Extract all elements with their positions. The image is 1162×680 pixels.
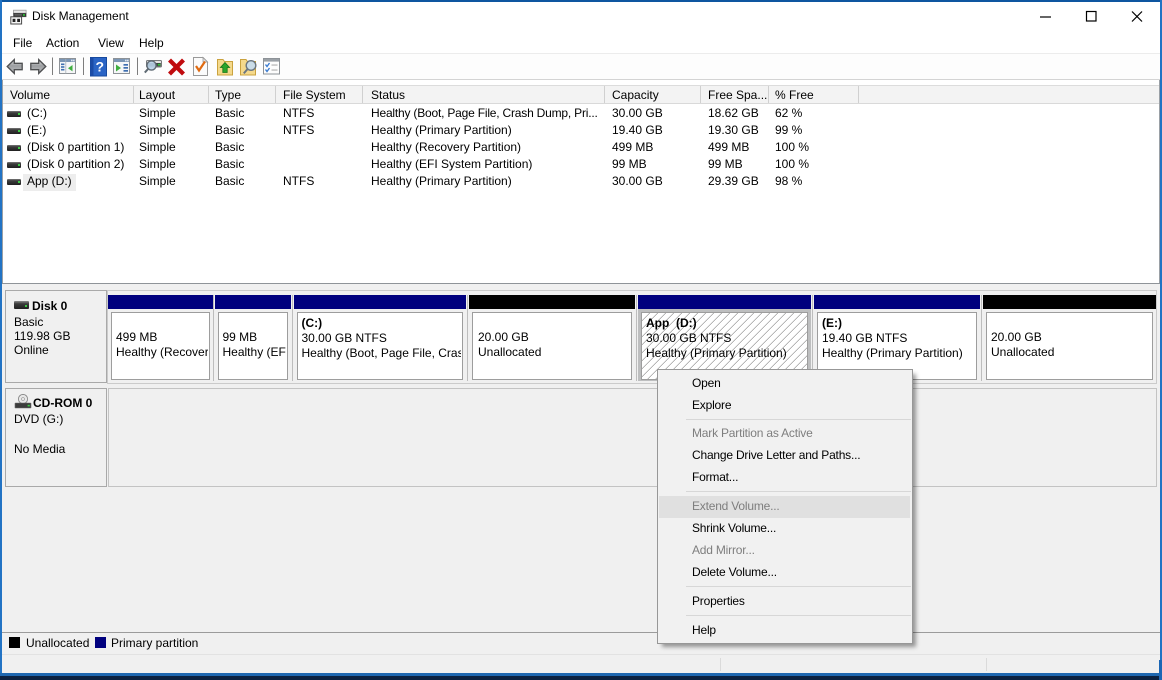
svg-text:?: ? <box>96 59 105 75</box>
